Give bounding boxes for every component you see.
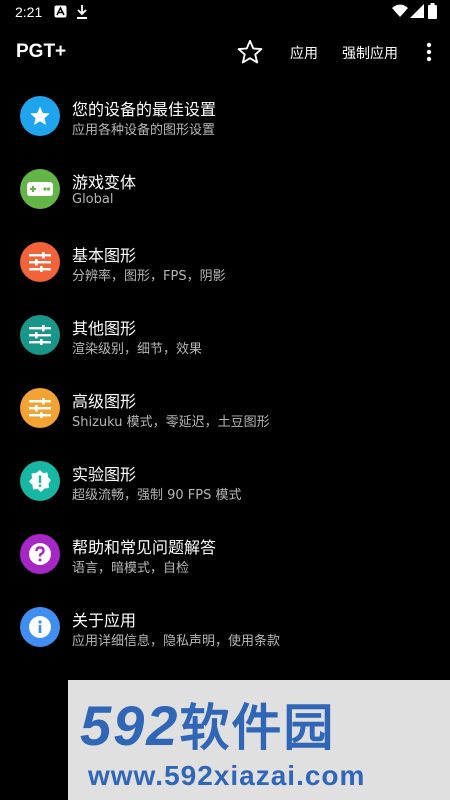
favorite-star-icon[interactable]: [236, 38, 264, 66]
menu-item-subtitle: 应用详细信息，隐私声明，使用条款: [72, 634, 281, 649]
menu-item-best-settings[interactable]: 您的设备的最佳设置 应用各种设备的图形设置: [0, 80, 450, 152]
menu-item-subtitle: 应用各种设备的图形设置: [72, 123, 216, 138]
star-icon: [20, 96, 60, 136]
sliders-icon: [20, 242, 60, 282]
download-icon: [76, 5, 88, 23]
menu-item-subtitle: 分辨率，图形，FPS，阴影: [72, 269, 226, 284]
menu-item-title: 高级图形: [72, 392, 137, 411]
menu-item-game-variant[interactable]: 游戏变体 Global: [0, 153, 450, 225]
help-icon: [20, 534, 60, 574]
more-options-icon[interactable]: [421, 40, 437, 64]
status-time: 2:21: [15, 4, 43, 20]
watermark-logo-text: 软件园: [179, 699, 336, 757]
menu-item-subtitle: 超级流畅，强制 90 FPS 模式: [72, 488, 242, 503]
watermark-logo-digits: 592: [80, 694, 180, 757]
menu-item-title: 基本图形: [72, 246, 137, 265]
status-bar: 2:21: [0, 0, 450, 24]
menu-item-subtitle: 渲染级别，细节，效果: [72, 342, 203, 357]
app-title: PGT+: [16, 41, 67, 62]
menu-item-basic-graphics[interactable]: 基本图形 分辨率，图形，FPS，阴影: [0, 226, 450, 298]
wifi-icon: [392, 4, 408, 21]
menu-item-about-app[interactable]: 关于应用 应用详细信息，隐私声明，使用条款: [0, 591, 450, 663]
menu-item-title: 实验图形: [72, 465, 137, 484]
menu-item-title: 帮助和常见问题解答: [72, 538, 217, 557]
sliders-icon: [20, 388, 60, 428]
watermark-url: www.592xiazai.com: [88, 760, 366, 791]
info-icon: [20, 607, 60, 647]
watermark-overlay: 592软件园 www.592xiazai.com: [68, 680, 450, 800]
menu-item-subtitle: Global: [72, 192, 114, 207]
force-apply-button[interactable]: 强制应用: [342, 43, 398, 63]
app-bar: PGT+ 应用 强制应用: [0, 24, 450, 80]
menu-item-title: 关于应用: [72, 611, 137, 630]
sliders-icon: [20, 315, 60, 355]
alert-badge-icon: [20, 461, 60, 501]
menu-item-title: 您的设备的最佳设置: [72, 100, 217, 119]
gamepad-icon: [20, 169, 60, 209]
apply-button[interactable]: 应用: [290, 43, 318, 63]
menu-item-other-graphics[interactable]: 其他图形 渲染级别，细节，效果: [0, 299, 450, 371]
menu-item-title: 游戏变体: [72, 173, 137, 192]
watermark-logo: 592软件园: [80, 688, 335, 760]
menu-item-title: 其他图形: [72, 319, 137, 338]
menu-item-subtitle: Shizuku 模式，零延迟，土豆图形: [72, 415, 270, 430]
menu-item-experimental-graphics[interactable]: 实验图形 超级流畅，强制 90 FPS 模式: [0, 445, 450, 517]
menu-item-help-faq[interactable]: 帮助和常见问题解答 语言，暗模式，自检: [0, 518, 450, 590]
battery-icon: [428, 3, 437, 23]
notification-app-icon: [54, 5, 67, 22]
menu-item-subtitle: 语言，暗模式，自检: [72, 561, 190, 576]
signal-icon: [410, 4, 424, 22]
menu-item-advanced-graphics[interactable]: 高级图形 Shizuku 模式，零延迟，土豆图形: [0, 372, 450, 444]
